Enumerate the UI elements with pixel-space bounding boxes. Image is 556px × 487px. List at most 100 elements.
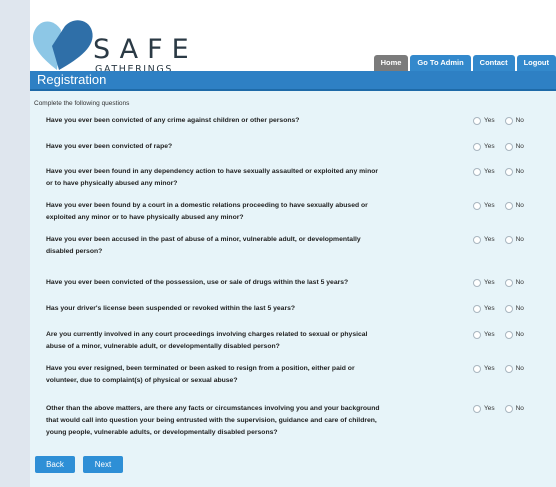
- answer-yes-option[interactable]: Yes: [473, 166, 495, 178]
- answer-yes-radio[interactable]: [473, 365, 481, 373]
- next-button[interactable]: Next: [83, 456, 123, 473]
- answer-options: Yes No: [473, 166, 524, 178]
- question-row: Have you ever resigned, been terminated …: [46, 363, 552, 387]
- answer-no-option[interactable]: No: [504, 277, 524, 289]
- question-text: Have you ever been found by a court in a…: [46, 200, 451, 224]
- answer-options: Yes No: [473, 141, 524, 153]
- answer-yes-option[interactable]: Yes: [473, 115, 495, 127]
- question-text-line: Have you ever been found by a court in a…: [46, 202, 368, 209]
- answer-yes-radio[interactable]: [473, 405, 481, 413]
- question-text: Other than the above matters, are there …: [46, 403, 451, 439]
- answer-no-radio[interactable]: [504, 305, 513, 313]
- answer-no-radio[interactable]: [504, 236, 513, 244]
- answer-no-radio[interactable]: [504, 117, 513, 125]
- answer-yes-label: Yes: [484, 405, 495, 412]
- question-text-line: disabled person?: [46, 248, 103, 255]
- answer-no-option[interactable]: No: [504, 234, 524, 246]
- answer-yes-label: Yes: [484, 331, 495, 338]
- answer-no-option[interactable]: No: [504, 141, 524, 153]
- question-text-line: or to have physically abused any minor?: [46, 180, 178, 187]
- answer-no-option[interactable]: No: [504, 166, 524, 178]
- tab-logout[interactable]: Logout: [516, 55, 556, 71]
- question-text-line: Has your driver's license been suspended…: [46, 305, 296, 312]
- answer-no-radio[interactable]: [504, 168, 513, 176]
- question-row: Has your driver's license been suspended…: [46, 303, 552, 315]
- page-title: Registration: [37, 72, 107, 87]
- question-row: Have you ever been convicted of any crim…: [46, 115, 552, 127]
- answer-yes-option[interactable]: Yes: [473, 234, 495, 246]
- answer-yes-label: Yes: [484, 143, 495, 150]
- back-button[interactable]: Back: [35, 456, 75, 473]
- safe-gatherings-logo: SAFE GATHERINGS: [30, 16, 230, 75]
- answer-no-label: No: [515, 405, 524, 412]
- question-text: Have you ever been convicted of the poss…: [46, 277, 451, 289]
- answer-yes-option[interactable]: Yes: [473, 200, 495, 212]
- question-row: Have you ever been convicted of rape? Yes…: [46, 141, 552, 153]
- answer-options: Yes No: [473, 200, 524, 212]
- answer-yes-radio[interactable]: [473, 279, 481, 287]
- question-text-line: Other than the above matters, are there …: [46, 405, 380, 412]
- answer-yes-radio[interactable]: [473, 168, 481, 176]
- answer-options: Yes No: [473, 363, 524, 375]
- answer-yes-option[interactable]: Yes: [473, 277, 495, 289]
- instructions-text: Complete the following questions: [34, 100, 130, 107]
- question-text: Have you ever been found in any dependen…: [46, 166, 451, 190]
- answer-no-radio[interactable]: [504, 143, 513, 151]
- brand-name: SAFE: [93, 34, 198, 65]
- answer-yes-radio[interactable]: [473, 305, 481, 313]
- tab-contact[interactable]: Contact: [472, 55, 515, 71]
- answer-no-radio[interactable]: [504, 279, 513, 287]
- top-nav: Home Go To Admin Contact Logout: [373, 55, 556, 71]
- question-text-line: Have you ever been convicted of any crim…: [46, 117, 300, 124]
- answer-no-option[interactable]: No: [504, 329, 524, 341]
- answer-no-option[interactable]: No: [504, 303, 524, 315]
- question-text-line: Have you ever been found in any dependen…: [46, 168, 379, 175]
- question-text: Have you ever resigned, been terminated …: [46, 363, 451, 387]
- answer-no-option[interactable]: No: [504, 115, 524, 127]
- answer-options: Yes No: [473, 403, 524, 415]
- answer-options: Yes No: [473, 277, 524, 289]
- answer-no-label: No: [515, 143, 524, 150]
- answer-no-option[interactable]: No: [504, 363, 524, 375]
- answer-yes-radio[interactable]: [473, 202, 481, 210]
- question-text-line: volunteer, due to complaint(s) of physic…: [46, 377, 238, 384]
- answer-no-option[interactable]: No: [504, 403, 524, 415]
- answer-no-label: No: [515, 168, 524, 175]
- answer-no-radio[interactable]: [504, 202, 513, 210]
- answer-yes-option[interactable]: Yes: [473, 403, 495, 415]
- answer-yes-label: Yes: [484, 236, 495, 243]
- answer-no-label: No: [515, 117, 524, 124]
- answer-no-radio[interactable]: [504, 405, 513, 413]
- question-text: Have you ever been convicted of any crim…: [46, 115, 451, 127]
- answer-yes-option[interactable]: Yes: [473, 329, 495, 341]
- answer-yes-label: Yes: [484, 168, 495, 175]
- answer-no-option[interactable]: No: [504, 200, 524, 212]
- answer-yes-label: Yes: [484, 365, 495, 372]
- answer-yes-radio[interactable]: [473, 117, 481, 125]
- answer-no-radio[interactable]: [504, 365, 513, 373]
- answer-yes-radio[interactable]: [473, 143, 481, 151]
- answer-yes-label: Yes: [484, 279, 495, 286]
- answer-no-label: No: [515, 305, 524, 312]
- answer-options: Yes No: [473, 329, 524, 341]
- question-text-line: exploited any minor or to have physicall…: [46, 214, 244, 221]
- answer-yes-radio[interactable]: [473, 236, 481, 244]
- answer-yes-option[interactable]: Yes: [473, 303, 495, 315]
- tab-home[interactable]: Home: [373, 55, 409, 71]
- answer-yes-radio[interactable]: [473, 331, 481, 339]
- answer-no-label: No: [515, 365, 524, 372]
- answer-yes-label: Yes: [484, 117, 495, 124]
- question-text-line: Have you ever resigned, been terminated …: [46, 365, 355, 372]
- question-row: Are you currently involved in any court …: [46, 329, 552, 353]
- answer-no-radio[interactable]: [504, 331, 513, 339]
- answer-yes-option[interactable]: Yes: [473, 363, 495, 375]
- question-text-line: Have you ever been accused in the past o…: [46, 236, 361, 243]
- answer-yes-option[interactable]: Yes: [473, 141, 495, 153]
- tab-go-to-admin[interactable]: Go To Admin: [410, 55, 471, 71]
- question-row: Have you ever been accused in the past o…: [46, 234, 552, 258]
- question-text-line: Are you currently involved in any court …: [46, 331, 368, 338]
- answer-no-label: No: [515, 236, 524, 243]
- title-bar: Registration: [30, 71, 556, 91]
- answer-options: Yes No: [473, 303, 524, 315]
- question-row: Have you ever been found by a court in a…: [46, 200, 552, 224]
